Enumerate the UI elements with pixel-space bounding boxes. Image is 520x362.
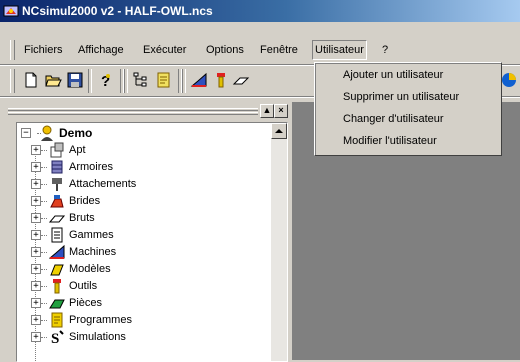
cabinet-icon — [51, 160, 63, 174]
machine-icon[interactable] — [190, 71, 208, 89]
part-icon — [49, 299, 65, 309]
expand-icon[interactable]: + — [31, 281, 41, 291]
clamp-icon — [50, 195, 64, 208]
expand-icon[interactable]: + — [31, 162, 41, 172]
menu-bar: Fichiers Affichage Exécuter Options Fenê… — [0, 38, 520, 62]
list-icon — [51, 227, 63, 243]
attachment-icon — [52, 178, 62, 191]
tree-node-label: Gammes — [69, 229, 114, 241]
expand-icon[interactable]: + — [31, 213, 41, 223]
menu-item-supprimer-utilisateur[interactable]: Supprimer un utilisateur — [343, 91, 459, 103]
user-icon — [41, 125, 53, 141]
menu-item-changer-utilisateur[interactable]: Changer d'utilisateur — [343, 113, 444, 125]
svg-text:S: S — [51, 331, 59, 345]
toolbar-separator — [124, 69, 128, 93]
menubar-grip[interactable] — [10, 40, 15, 60]
tree-node-label: Brides — [69, 195, 101, 207]
notepad-icon[interactable] — [154, 71, 172, 89]
window-title: NCsimul2000 v2 - HALF-OWL.ncs — [22, 4, 213, 18]
app-icon — [3, 5, 19, 17]
tree-vertical-scrollbar[interactable] — [271, 123, 287, 361]
help-icon[interactable]: ? — [96, 71, 114, 89]
tree-node-label: Apt — [69, 144, 86, 156]
toolbar-grip[interactable] — [10, 69, 15, 93]
tree-node-label: Simulations — [69, 331, 126, 343]
eraser-icon[interactable] — [232, 71, 250, 89]
tool-icon[interactable] — [212, 71, 230, 89]
simulation-icon: S — [51, 330, 64, 345]
utilisateur-dropdown-menu: Ajouter un utilisateur Supprimer un util… — [314, 62, 502, 156]
menu-fichiers[interactable]: Fichiers — [21, 41, 66, 59]
tree-structure-icon[interactable] — [132, 71, 150, 89]
tree-node-label: Bruts — [69, 212, 95, 224]
expand-icon[interactable]: + — [31, 196, 41, 206]
expand-icon[interactable]: + — [31, 298, 41, 308]
machine-icon — [49, 244, 65, 259]
toolbar-separator — [88, 69, 92, 93]
model-icon — [50, 264, 64, 276]
expand-icon[interactable]: + — [31, 230, 41, 240]
stock-icon — [49, 215, 65, 223]
menu-item-modifier-utilisateur[interactable]: Modifier l'utilisateur — [343, 135, 437, 147]
tree-node-label: Machines — [69, 246, 117, 258]
new-file-icon[interactable] — [22, 71, 40, 89]
tree-node-label: Outils — [69, 280, 98, 292]
menu-item-ajouter-utilisateur[interactable]: Ajouter un utilisateur — [343, 69, 443, 81]
open-folder-icon[interactable] — [44, 71, 62, 89]
collapse-icon[interactable]: − — [21, 128, 31, 138]
menu-help[interactable]: ? — [379, 41, 391, 59]
tree-root-label: Demo — [59, 126, 93, 140]
panel-maximize-button[interactable]: ▲ — [260, 104, 274, 118]
menu-fenetre[interactable]: Fenêtre — [257, 41, 301, 59]
save-icon[interactable] — [66, 71, 84, 89]
project-tree[interactable]: − Demo + Apt + Armoires + Attachements +… — [16, 122, 288, 362]
tree-node-label: Pièces — [69, 297, 103, 309]
toolbar-separator — [182, 69, 186, 93]
tree-node-label: Programmes — [69, 314, 132, 326]
expand-icon[interactable]: + — [31, 179, 41, 189]
expand-icon[interactable]: + — [31, 247, 41, 257]
menu-utilisateur[interactable]: Utilisateur — [312, 40, 367, 60]
menu-options[interactable]: Options — [203, 41, 247, 59]
expand-icon[interactable]: + — [31, 145, 41, 155]
tool-icon — [53, 279, 61, 294]
tree-node-label: Modèles — [69, 263, 111, 275]
sphere-icon[interactable] — [500, 71, 518, 89]
title-bar: NCsimul2000 v2 - HALF-OWL.ncs — [0, 0, 520, 22]
tree-node-label: Attachements — [69, 178, 137, 190]
panel-close-button[interactable]: × — [274, 104, 288, 118]
menu-executer[interactable]: Exécuter — [140, 41, 189, 59]
expand-icon[interactable]: + — [31, 332, 41, 342]
panel-gripper[interactable] — [8, 106, 258, 116]
menu-affichage[interactable]: Affichage — [75, 41, 127, 59]
expand-icon[interactable]: + — [31, 264, 41, 274]
apt-icon — [50, 142, 64, 158]
tree-node-label: Armoires — [69, 161, 114, 173]
project-panel: ▲ × − Demo + Apt + Armoires + Attachemen… — [0, 100, 292, 362]
program-icon — [51, 312, 63, 328]
expand-icon[interactable]: + — [31, 315, 41, 325]
scroll-up-button[interactable] — [271, 123, 287, 139]
